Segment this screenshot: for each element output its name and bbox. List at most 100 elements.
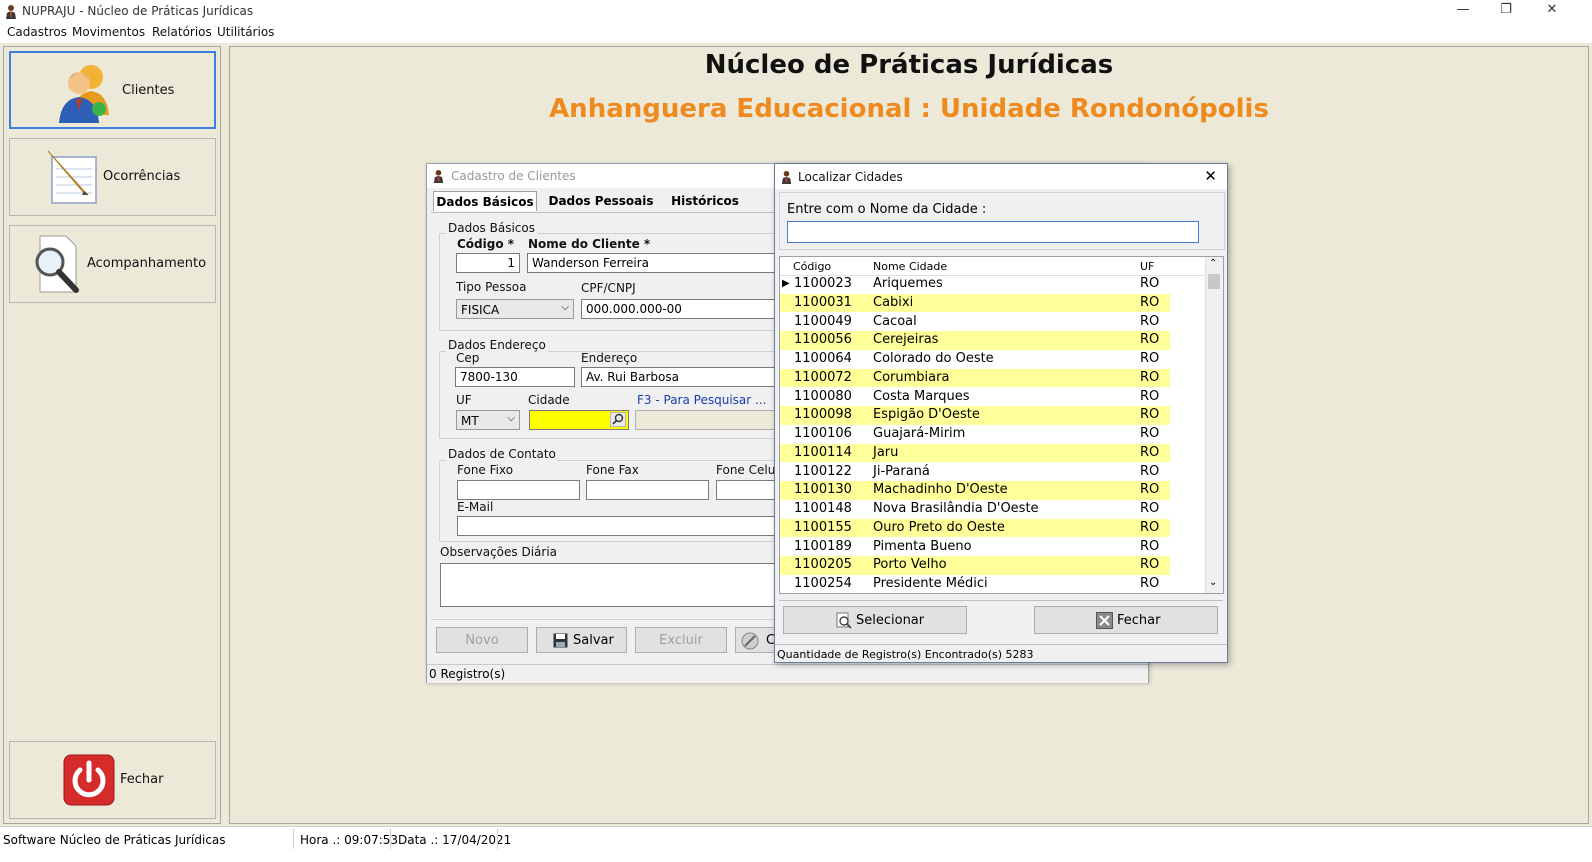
col-nome-cidade[interactable]: Nome Cidade (873, 260, 947, 273)
cell-nome-cidade: Costa Marques (873, 388, 970, 404)
tipo-pessoa-value: FISICA (461, 303, 500, 317)
table-row[interactable]: 1100114 Jaru RO (780, 443, 1170, 463)
clientes-button[interactable]: Clientes (9, 51, 216, 129)
table-row[interactable]: 1100189 Pimenta Bueno RO (780, 538, 1170, 557)
codigo-label: Código * (457, 237, 515, 251)
registros-count: 0 Registro(s) (429, 667, 506, 681)
menu-bar: Cadastros Movimentos Relatórios Utilitár… (0, 23, 1592, 44)
excluir-button[interactable]: Excluir (635, 627, 727, 653)
table-row[interactable]: 1100130 Machadinho D'Oeste RO (780, 481, 1170, 500)
registros-encontrados: Quantidade de Registro(s) Encontrado(s) … (777, 648, 1034, 661)
magnifier-icon (35, 235, 79, 293)
salvar-button[interactable]: Salvar (536, 627, 627, 653)
cell-uf: RO (1140, 351, 1160, 366)
cell-uf: RO (1140, 313, 1160, 329)
cell-codigo: 1100098 (794, 407, 852, 423)
cpf-cnpj-input[interactable]: 000.000.000-00 (581, 299, 777, 319)
cell-nome-cidade: Jaru (873, 444, 899, 460)
table-row[interactable]: 1100072 Corumbiara RO (780, 368, 1170, 388)
selecionar-button[interactable]: Selecionar (783, 606, 967, 634)
fechar-dialog-button[interactable]: Fechar (1034, 606, 1218, 634)
cidade-input[interactable] (529, 410, 629, 430)
scroll-thumb[interactable] (1208, 274, 1220, 289)
cidade-search-input[interactable] (787, 221, 1199, 243)
status-separator (497, 829, 498, 849)
f3-search-hint: F3 - Para Pesquisar ... (637, 393, 767, 407)
restore-button[interactable]: ❐ (1483, 2, 1529, 22)
tab-dados-pessoais[interactable]: Dados Pessoais (543, 191, 659, 211)
fechar-app-label: Fechar (120, 772, 164, 787)
cell-nome-cidade: Colorado do Oeste (873, 351, 994, 366)
menu-cadastros[interactable]: Cadastros (7, 25, 67, 39)
cell-codigo: 1100148 (794, 501, 852, 516)
fechar-app-button[interactable]: Fechar (9, 741, 216, 819)
table-row[interactable]: 1100056 Cerejeiras RO (780, 331, 1170, 350)
table-row[interactable]: ▶ 1100023 Ariquemes RO (780, 275, 1170, 294)
salvar-label: Salvar (573, 633, 614, 648)
table-row[interactable]: 1100064 Colorado do Oeste RO (780, 350, 1170, 369)
cell-uf: RO (1140, 482, 1160, 498)
cep-label: Cep (456, 351, 480, 365)
fone-celular-input[interactable] (716, 480, 777, 500)
menu-movimentos[interactable]: Movimentos (72, 25, 145, 39)
search-prompt: Entre com o Nome da Cidade : (787, 202, 987, 217)
close-window-button[interactable]: ✕ (1529, 2, 1575, 22)
cpf-cnpj-label: CPF/CNPJ (581, 281, 636, 295)
cell-nome-cidade: Ariquemes (873, 276, 943, 291)
table-row[interactable]: 1100031 Cabixi RO (780, 293, 1170, 313)
table-row[interactable]: 1100080 Costa Marques RO (780, 388, 1170, 407)
fone-fax-input[interactable] (586, 480, 709, 500)
menu-utilitarios[interactable]: Utilitários (217, 25, 274, 39)
fone-fixo-input[interactable] (457, 480, 580, 500)
scroll-down-icon[interactable]: ⌄ (1209, 577, 1217, 588)
table-row[interactable]: 1100205 Porto Velho RO (780, 556, 1170, 575)
table-row[interactable]: 1100098 Espigão D'Oeste RO (780, 406, 1170, 425)
table-row[interactable]: 1100122 Ji-Paraná RO (780, 463, 1170, 482)
table-row[interactable]: 1100254 Presidente Médici RO (780, 575, 1170, 593)
codigo-input[interactable]: 1 (456, 253, 520, 273)
clients-icon (59, 65, 109, 123)
uf-select[interactable]: MT ⌵ (456, 410, 520, 430)
table-row[interactable]: 1100148 Nova Brasilândia D'Oeste RO (780, 500, 1170, 519)
select-icon (836, 612, 852, 629)
nome-cliente-input[interactable]: Wanderson Ferreira (527, 253, 777, 273)
cancelar-button[interactable]: C (735, 627, 775, 653)
novo-button[interactable]: Novo (436, 627, 528, 653)
tab-dados-basicos[interactable]: Dados Básicos (433, 191, 537, 211)
col-uf[interactable]: UF (1140, 260, 1154, 273)
observacoes-textarea[interactable] (440, 563, 777, 607)
tab-historicos[interactable]: Históricos (665, 191, 745, 211)
vertical-scrollbar[interactable]: ⌃ ⌄ (1205, 257, 1223, 593)
cell-nome-cidade: Ji-Paraná (873, 463, 930, 479)
table-row[interactable]: 1100155 Ouro Preto do Oeste RO (780, 518, 1170, 538)
dados-basicos-group-label: Dados Básicos (446, 221, 537, 235)
table-row[interactable]: 1100106 Guajará-Mirim RO (780, 425, 1170, 444)
tipo-pessoa-label: Tipo Pessoa (456, 280, 527, 294)
cep-input[interactable]: 7800-130 (455, 367, 575, 387)
acompanhamento-button[interactable]: Acompanhamento (9, 225, 216, 303)
endereco-input[interactable]: Av. Rui Barbosa (581, 367, 777, 387)
status-separator (293, 829, 294, 849)
close-icon[interactable]: ✕ (1204, 167, 1217, 185)
search-icon[interactable] (610, 412, 626, 427)
ocorrencias-label: Ocorrências (103, 169, 181, 184)
ocorrencias-button[interactable]: Ocorrências (9, 138, 216, 216)
selecionar-label: Selecionar (856, 613, 925, 628)
menu-relatorios[interactable]: Relatórios (152, 25, 212, 39)
tipo-pessoa-select[interactable]: FISICA ⌵ (456, 299, 574, 319)
notepad-icon (47, 150, 97, 204)
cell-uf: RO (1140, 501, 1160, 516)
minimize-button[interactable]: — (1440, 2, 1486, 22)
cell-uf: RO (1140, 388, 1160, 404)
fone-fixo-label: Fone Fixo (457, 463, 514, 477)
col-codigo[interactable]: Código (793, 260, 831, 273)
email-input[interactable] (457, 516, 777, 536)
cell-nome-cidade: Ouro Preto do Oeste (873, 519, 1005, 535)
observacoes-label: Observações Diária (440, 545, 558, 559)
email-label: E-Mail (457, 500, 494, 514)
app-icon (781, 170, 792, 184)
table-row[interactable]: 1100049 Cacoal RO (780, 313, 1170, 332)
fone-fax-label: Fone Fax (586, 463, 639, 477)
scroll-up-icon[interactable]: ⌃ (1209, 258, 1217, 269)
status-hora: Hora .: 09:07:53 (300, 833, 399, 847)
